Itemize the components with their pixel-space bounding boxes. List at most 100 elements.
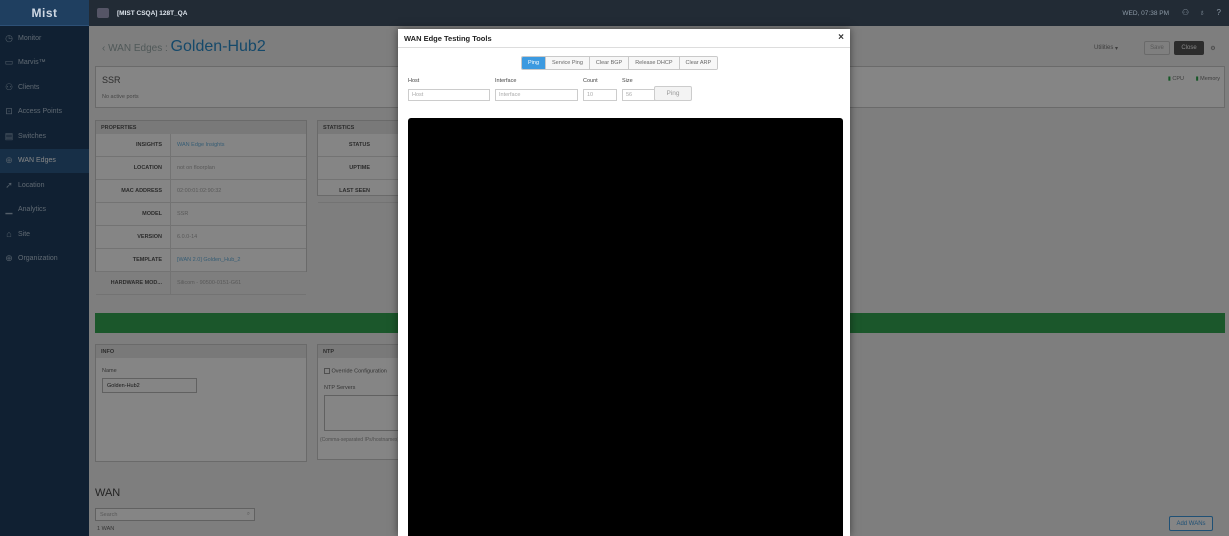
memory-legend-label: Memory: [1200, 76, 1220, 82]
save-button[interactable]: Save: [1144, 41, 1170, 55]
property-key: LOCATION: [96, 157, 171, 179]
host-label: Host: [408, 78, 420, 84]
wan-count: 1 WAN: [97, 526, 115, 532]
statistics-heading: STATISTICS: [318, 121, 407, 134]
wan-search-placeholder: Search: [100, 511, 118, 518]
property-row: INSIGHTS WAN Edge Insights: [96, 134, 306, 157]
name-field[interactable]: Golden-Hub2: [102, 378, 197, 393]
properties-list: INSIGHTS WAN Edge Insights LOCATION not on …: [96, 134, 306, 295]
modal-title: WAN Edge Testing Tools: [404, 34, 492, 43]
tab-clear-bgp[interactable]: Clear BGP: [589, 57, 630, 69]
statistic-row: UPTIME: [318, 157, 407, 180]
close-icon[interactable]: ×: [838, 32, 844, 43]
property-value: 6.0.0-14: [177, 234, 198, 240]
wan-heading: WAN: [95, 487, 121, 499]
properties-panel: PROPERTIES INSIGHTS WAN Edge Insights LOCA…: [95, 120, 307, 295]
count-label: Count: [583, 78, 598, 84]
ntp-heading: NTP: [318, 345, 401, 358]
property-key: INSIGHTS: [96, 134, 171, 156]
clock-text: WED, 07:38 PM: [1122, 9, 1169, 17]
statistic-row: STATUS: [318, 134, 407, 157]
sidebar-item-label: Analytics: [18, 206, 47, 214]
sidebar-item-label: Access Points: [18, 108, 62, 116]
breadcrumb: ‹ WAN Edges : Golden-Hub2: [102, 38, 266, 56]
tab-service-ping[interactable]: Service Ping: [546, 57, 590, 69]
close-button[interactable]: Close: [1174, 41, 1204, 55]
size-label: Size: [622, 78, 633, 84]
size-input[interactable]: 56: [622, 89, 656, 101]
override-checkbox[interactable]: Override Configuration: [324, 368, 387, 374]
modal-divider: [398, 47, 850, 48]
name-label: Name: [102, 368, 117, 374]
property-row: MAC ADDRESS 02:00:01:02:90:32: [96, 180, 306, 203]
tab-clear-arp[interactable]: Clear ARP: [679, 57, 718, 69]
sidebar-item-organization[interactable]: ⊕ Organization: [0, 247, 89, 272]
sidebar-item-label: Switches: [18, 132, 47, 140]
memory-legend: ▮ Memory: [1196, 76, 1220, 82]
org-name[interactable]: [MIST CSQA] 128T_QA: [117, 10, 187, 17]
sidebar-item-marvis[interactable]: ▭ Marvis™: [0, 51, 89, 76]
sidebar: Mist ◷ Monitor ▭ Marvis™ ⚇ Clients ⊡ Access Poi…: [0, 0, 89, 536]
sidebar-item-label: Monitor: [18, 34, 42, 42]
host-input[interactable]: Host: [408, 89, 490, 101]
interface-input[interactable]: Interface: [495, 89, 578, 101]
ports-status: No active ports: [102, 94, 139, 100]
ntp-hint: (Comma-separated IPs/hostnames): [320, 437, 400, 443]
output-console: [408, 118, 843, 536]
count-input[interactable]: 10: [583, 89, 617, 101]
access-points-icon: ⊡: [5, 106, 13, 117]
properties-heading: PROPERTIES: [96, 121, 306, 134]
property-key: HARDWARE MOD...: [96, 272, 171, 294]
user-icon[interactable]: ⚇: [1182, 8, 1189, 17]
property-value[interactable]: WAN Edge Insights: [171, 142, 224, 148]
model-title: SSR: [102, 75, 121, 85]
sidebar-item-label: WAN Edges: [18, 157, 56, 165]
bulb-icon[interactable]: ♁: [1199, 8, 1205, 17]
help-icon[interactable]: ?: [1217, 8, 1221, 17]
checkbox-box[interactable]: [324, 368, 330, 374]
wan-search-input[interactable]: Search ⌕: [95, 508, 255, 521]
info-heading: INFO: [96, 345, 306, 358]
sidebar-item-label: Clients: [18, 83, 40, 91]
tab-ping[interactable]: Ping: [522, 57, 547, 69]
sidebar-item-analytics[interactable]: ▁ Analytics: [0, 198, 89, 223]
statistic-key: STATUS: [348, 142, 370, 148]
statistic-row: LAST SEEN: [318, 180, 407, 203]
ping-button[interactable]: Ping: [654, 86, 692, 101]
property-row: LOCATION not on floorplan: [96, 157, 306, 180]
gear-icon[interactable]: ⚙: [1208, 41, 1218, 55]
property-row: VERSION 6.0.0-14: [96, 226, 306, 249]
sidebar-item-site[interactable]: ⌂ Site: [0, 222, 89, 247]
statistic-key: UPTIME: [349, 165, 370, 171]
sidebar-item-label: Marvis™: [18, 59, 46, 67]
statistics-list: STATUS UPTIME LAST SEEN: [318, 134, 407, 203]
ntp-panel: NTP Override Configuration NTP Servers (…: [317, 344, 402, 460]
clients-icon: ⚇: [4, 81, 14, 92]
analytics-icon: ▁: [5, 204, 13, 215]
sidebar-item-switches[interactable]: ▤ Switches: [0, 124, 89, 149]
sidebar-item-label: Location: [18, 181, 45, 189]
breadcrumb-wan-edges[interactable]: WAN Edges :: [108, 43, 168, 54]
sidebar-item-access-points[interactable]: ⊡ Access Points: [0, 100, 89, 125]
property-row: MODEL SSR: [96, 203, 306, 226]
property-value[interactable]: [WAN 2.0] Golden_Hub_2: [171, 257, 240, 263]
sidebar-item-location[interactable]: ➚ Location: [0, 173, 89, 198]
cpu-legend: ▮ CPU: [1168, 76, 1184, 82]
ntp-servers-label: NTP Servers: [324, 385, 356, 391]
utilities-dropdown[interactable]: Utilities ▾: [1089, 41, 1123, 55]
override-label: Override Configuration: [331, 368, 387, 375]
sidebar-item-monitor[interactable]: ◷ Monitor: [0, 26, 89, 51]
org-icon: [97, 8, 109, 18]
search-icon: ⌕: [246, 511, 250, 517]
site-icon: ⌂: [6, 229, 12, 240]
tab-release-dhcp[interactable]: Release DHCP: [629, 57, 680, 69]
statistics-panel: STATISTICS STATUS UPTIME LAST SEEN: [317, 120, 407, 203]
sidebar-item-wan-edges[interactable]: ⊕ WAN Edges: [0, 148, 89, 173]
statistic-key: LAST SEEN: [339, 188, 370, 194]
sidebar-item-clients[interactable]: ⚇ Clients: [0, 75, 89, 100]
add-wans-button[interactable]: Add WANs: [1169, 516, 1213, 531]
property-key: VERSION: [96, 226, 171, 248]
ntp-servers-field[interactable]: [324, 395, 402, 431]
property-row: TEMPLATE [WAN 2.0] Golden_Hub_2: [96, 249, 306, 272]
info-panel: INFO Name Golden-Hub2: [95, 344, 307, 462]
